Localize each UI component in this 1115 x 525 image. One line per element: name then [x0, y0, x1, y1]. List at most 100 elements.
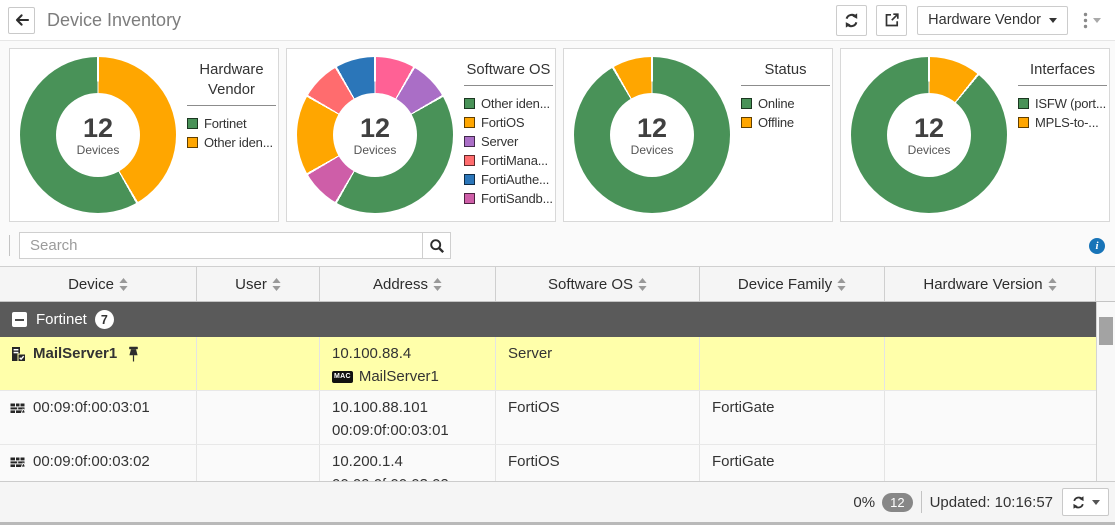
- mac-badge-icon: MAC: [332, 371, 353, 383]
- footer-divider: [921, 491, 922, 513]
- sort-icon: [837, 278, 846, 291]
- row-count-badge: 12: [882, 493, 912, 512]
- sort-icon: [119, 278, 128, 291]
- chart-title: Hardware Vendor: [187, 57, 276, 106]
- software-os-donut[interactable]: 12 Devices: [297, 57, 453, 213]
- user-cell: [197, 337, 320, 390]
- legend-item[interactable]: Offline: [741, 113, 830, 132]
- chart-cards: 12 Devices Hardware Vendor Fortinet Othe…: [9, 48, 1110, 222]
- legend-swatch: [1018, 117, 1029, 128]
- status-bar: 0% 12 Updated: 10:16:57: [0, 481, 1115, 525]
- legend: Interfaces ISFW (port... MPLS-to-...: [1018, 57, 1107, 132]
- chart-selector-label: Hardware Vendor: [928, 12, 1041, 28]
- vertical-scrollbar[interactable]: [1096, 302, 1115, 481]
- chart-title: Status: [741, 57, 830, 86]
- software-os-cell: FortiOS: [496, 391, 700, 444]
- column-header-filler: [1096, 267, 1115, 301]
- legend: Status Online Offline: [741, 57, 830, 132]
- legend-item[interactable]: FortiMana...: [464, 151, 553, 170]
- legend-swatch: [464, 174, 475, 185]
- legend-swatch: [464, 155, 475, 166]
- device-name: 00:09:0f:00:03:01: [33, 399, 150, 416]
- chart-title: Interfaces: [1018, 57, 1107, 86]
- table-row[interactable]: 00:09:0f:00:03:01 10.100.88.101 00:09:0f…: [0, 391, 1096, 445]
- legend-item[interactable]: FortiSandb...: [464, 189, 553, 208]
- table-body: Fortinet 7 MailServer1 10.100.88.4 MACMa…: [0, 302, 1096, 481]
- column-header-address[interactable]: Address: [320, 267, 496, 301]
- address-cell: 10.100.88.4 MACMailServer1: [320, 337, 496, 390]
- legend-swatch: [1018, 98, 1029, 109]
- search-icon: [429, 238, 445, 254]
- hardware-vendor-donut[interactable]: 12 Devices: [20, 57, 176, 213]
- device-family-cell: [700, 337, 885, 390]
- group-label: Fortinet: [36, 311, 87, 328]
- search-button[interactable]: [422, 232, 451, 259]
- legend-item[interactable]: Server: [464, 132, 553, 151]
- software-os-cell: Server: [496, 337, 700, 390]
- resize-grip: [9, 235, 10, 256]
- hardware-version-cell: [885, 445, 1096, 481]
- search-input[interactable]: [19, 232, 423, 259]
- legend: Hardware Vendor Fortinet Other iden...: [187, 57, 276, 152]
- column-header-device-family[interactable]: Device Family: [700, 267, 885, 301]
- sort-icon: [433, 278, 442, 291]
- back-button[interactable]: [8, 7, 35, 34]
- donut-center: 12 Devices: [887, 93, 971, 177]
- chevron-down-icon: [1092, 500, 1100, 505]
- chart-card-software-os: 12 Devices Software OS Other iden... For…: [286, 48, 556, 222]
- legend-item[interactable]: FortiAuthe...: [464, 170, 553, 189]
- device-name: MailServer1: [33, 345, 117, 362]
- legend: Software OS Other iden... FortiOS Server…: [464, 57, 553, 208]
- sort-icon: [1048, 278, 1057, 291]
- more-menu-button[interactable]: [1083, 12, 1101, 29]
- open-in-window-button[interactable]: [876, 5, 907, 36]
- legend-swatch: [741, 98, 752, 109]
- legend-swatch: [187, 137, 198, 148]
- device-count-label: Devices: [631, 143, 674, 157]
- sort-icon: [272, 278, 281, 291]
- auto-refresh-button[interactable]: [1062, 488, 1109, 516]
- info-icon[interactable]: i: [1089, 238, 1105, 254]
- donut-center: 12 Devices: [610, 93, 694, 177]
- refresh-icon: [1071, 495, 1086, 510]
- interfaces-donut[interactable]: 12 Devices: [851, 57, 1007, 213]
- device-family-cell: FortiGate: [700, 391, 885, 444]
- scrollbar-thumb[interactable]: [1099, 317, 1113, 345]
- chart-selector-dropdown[interactable]: Hardware Vendor: [917, 6, 1068, 35]
- legend-item[interactable]: Fortinet: [187, 114, 276, 133]
- column-header-device[interactable]: Device: [0, 267, 197, 301]
- legend-item[interactable]: Other iden...: [187, 133, 276, 152]
- status-donut[interactable]: 12 Devices: [574, 57, 730, 213]
- group-row-fortinet[interactable]: Fortinet 7: [0, 302, 1096, 337]
- table-row[interactable]: 00:09:0f:00:03:02 10.200.1.4 00:09:0f:00…: [0, 445, 1096, 481]
- legend-item[interactable]: Other iden...: [464, 94, 553, 113]
- collapse-group-icon[interactable]: [12, 312, 27, 327]
- legend-swatch: [741, 117, 752, 128]
- device-count-label: Devices: [77, 143, 120, 157]
- device-count: 12: [637, 114, 667, 142]
- chart-card-status: 12 Devices Status Online Offline: [563, 48, 833, 222]
- firewall-icon: [10, 454, 26, 470]
- address-cell: 10.100.88.101 00:09:0f:00:03:01: [320, 391, 496, 444]
- external-link-icon: [884, 12, 900, 28]
- arrow-left-icon: [14, 12, 30, 28]
- column-header-software-os[interactable]: Software OS: [496, 267, 700, 301]
- chevron-down-icon: [1049, 18, 1057, 23]
- chart-title: Software OS: [464, 57, 553, 86]
- address-cell: 10.200.1.4 00:09:0f:00:03:02: [320, 445, 496, 481]
- page-title: Device Inventory: [47, 10, 181, 31]
- hardware-version-cell: [885, 337, 1096, 390]
- donut-center: 12 Devices: [333, 93, 417, 177]
- legend-item[interactable]: Online: [741, 94, 830, 113]
- legend-item[interactable]: FortiOS: [464, 113, 553, 132]
- legend-item[interactable]: MPLS-to-...: [1018, 113, 1107, 132]
- table-header: Device User Address Software OS Device F…: [0, 266, 1115, 302]
- column-header-user[interactable]: User: [197, 267, 320, 301]
- table-row[interactable]: MailServer1 10.100.88.4 MACMailServer1 S…: [0, 337, 1096, 391]
- chart-card-interfaces: 12 Devices Interfaces ISFW (port... MPLS…: [840, 48, 1110, 222]
- column-header-hardware-version[interactable]: Hardware Version: [885, 267, 1096, 301]
- legend-item[interactable]: ISFW (port...: [1018, 94, 1107, 113]
- refresh-button[interactable]: [836, 5, 867, 36]
- device-count: 12: [914, 114, 944, 142]
- pin-icon: [127, 346, 140, 362]
